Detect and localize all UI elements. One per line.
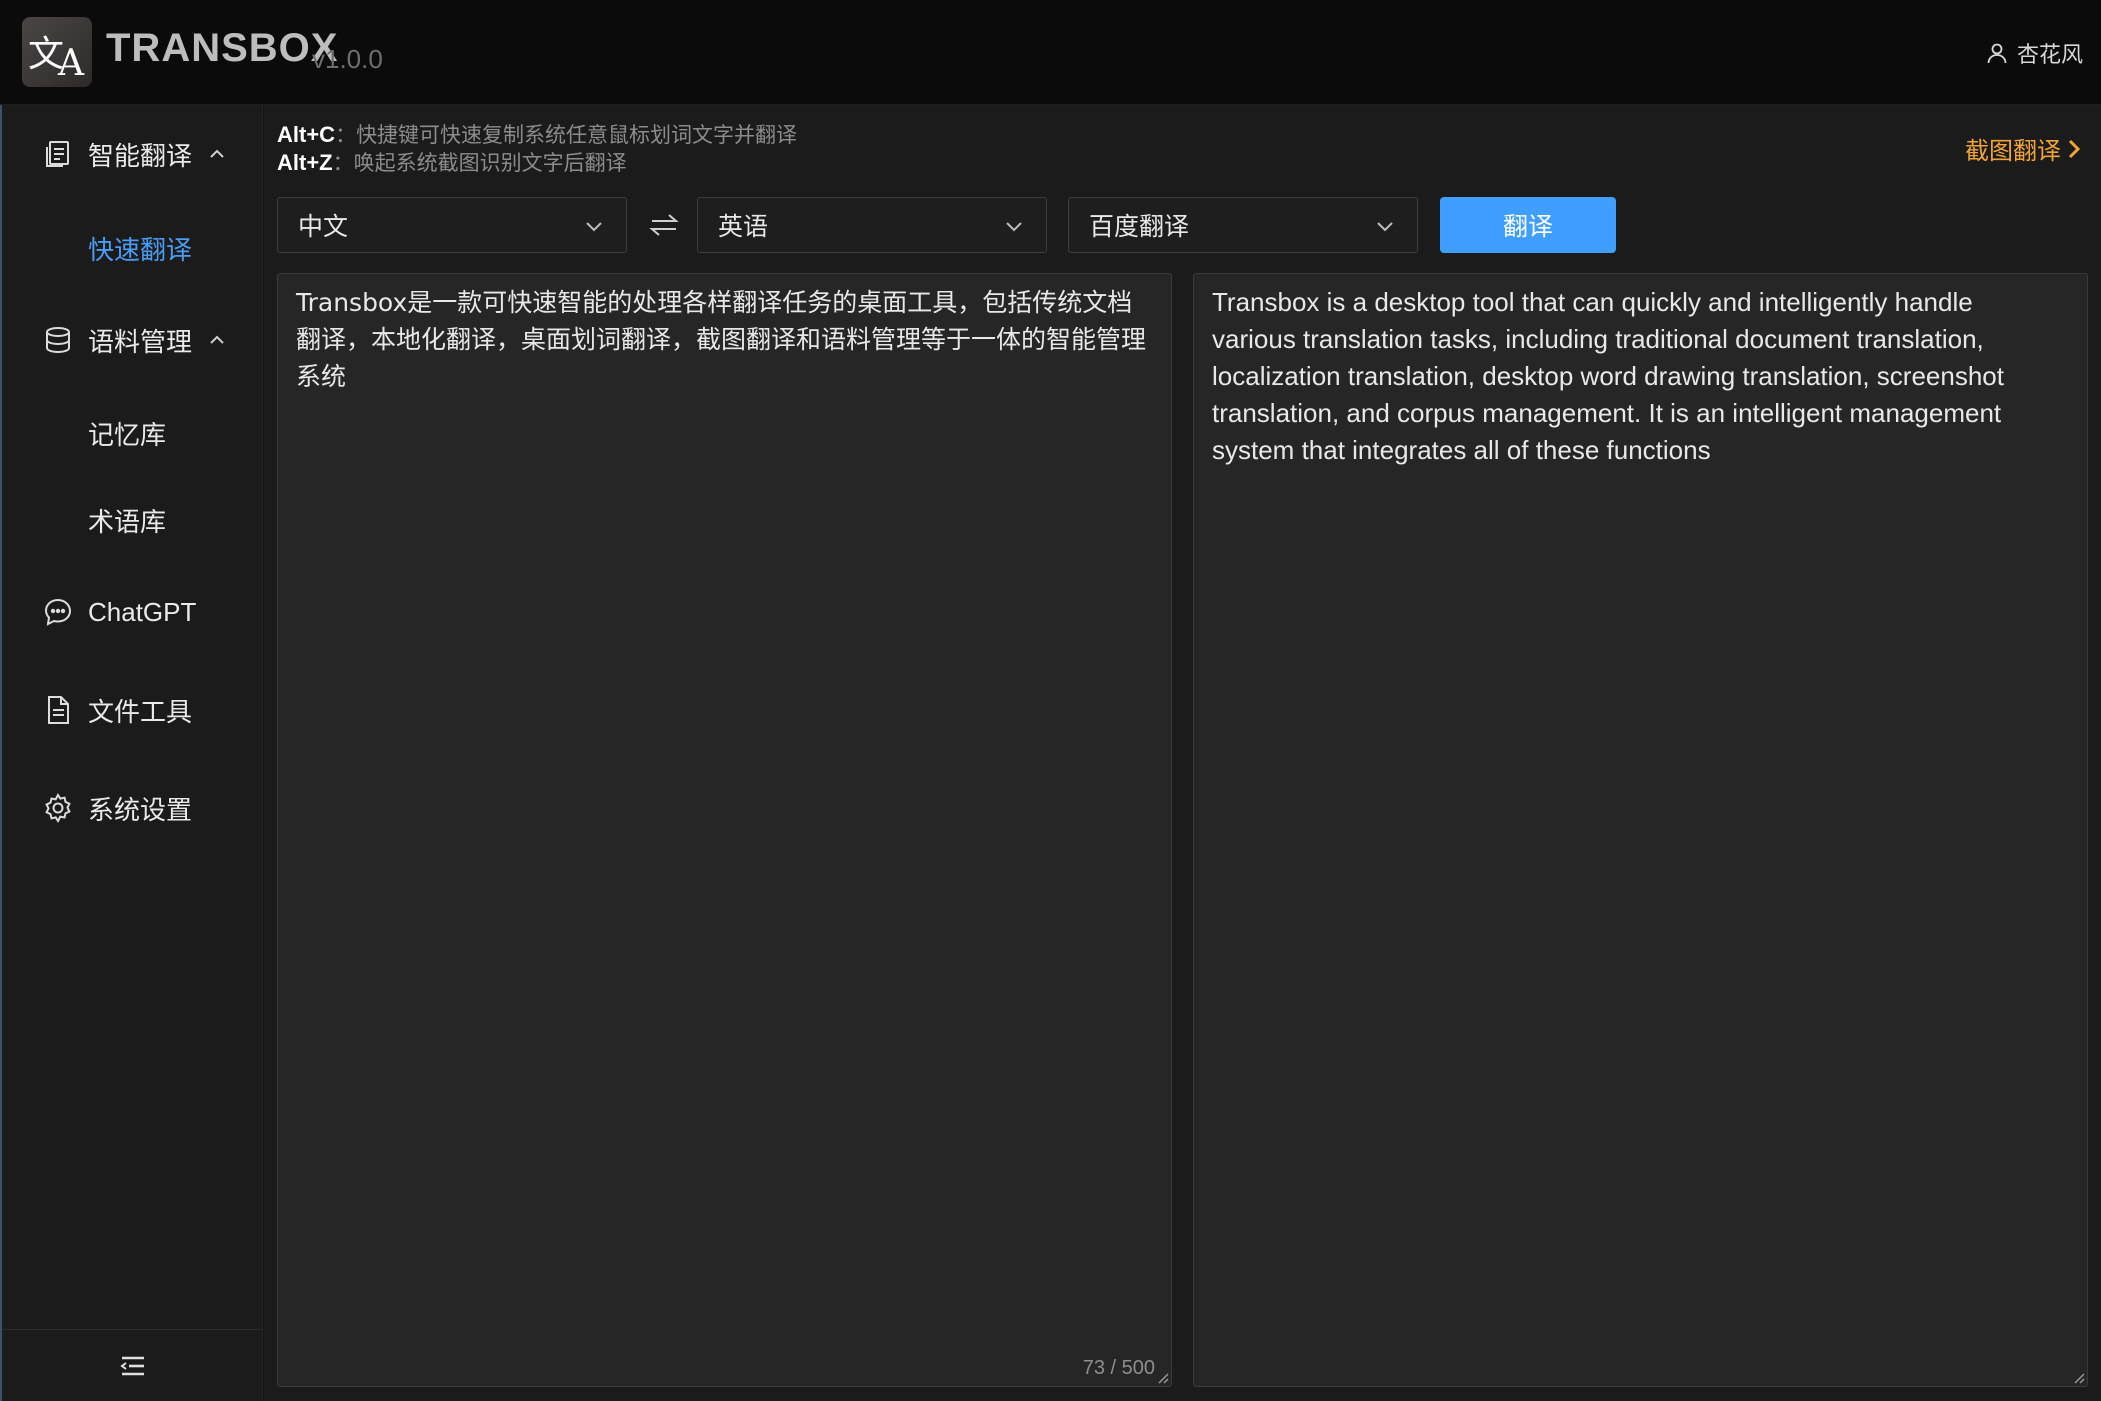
chevron-down-icon <box>586 222 602 232</box>
nav-file-tools-label: 文件工具 <box>88 697 193 728</box>
database-icon <box>46 327 70 354</box>
sidebar: 智能翻译 快速翻译 语料管理 记忆库 术语库 ChatGPT 文件工具 系统设置 <box>0 105 263 1401</box>
user-name: 杏花风 <box>2016 43 2083 68</box>
nav-corpus-management-label: 语料管理 <box>88 327 193 358</box>
sidebar-collapse-button[interactable] <box>2 1329 263 1401</box>
chevron-down-icon <box>1006 222 1022 232</box>
char-counter: 73 / 500 <box>1082 1357 1155 1379</box>
source-text: Transbox是一款可快速智能的处理各样翻译任务的桌面工具，包括传统文档翻译，… <box>296 288 1147 391</box>
target-language-select[interactable]: 英语 <box>697 197 1047 253</box>
nav-corpus-management[interactable]: 语料管理 <box>2 310 265 370</box>
chat-icon <box>44 598 72 626</box>
collapse-menu-icon <box>119 1356 144 1375</box>
nav-chatgpt[interactable]: ChatGPT <box>2 582 265 642</box>
app-header: 文 A TRANSBOX v1.0.0 杏花风 <box>0 0 2101 105</box>
nav-term-bank[interactable]: 术语库 <box>2 492 265 548</box>
hint-copy-key: Alt+C <box>277 122 336 147</box>
translation-engine-value: 百度翻译 <box>1089 212 1190 241</box>
chevron-down-icon <box>1377 222 1393 232</box>
screenshot-translate-link[interactable]: 截图翻译 <box>1965 131 2081 166</box>
screenshot-translate-label: 截图翻译 <box>1965 137 2061 165</box>
resize-handle-icon[interactable] <box>1157 1372 1169 1384</box>
nav-quick-translate-label: 快速翻译 <box>88 235 193 266</box>
logo-glyph-a: A <box>58 43 84 84</box>
swap-languages-icon[interactable] <box>648 209 680 241</box>
nav-smart-translate[interactable]: 智能翻译 <box>2 124 265 184</box>
hint-screenshot-text: 唤起系统截图识别文字后翻译 <box>353 151 627 175</box>
nav-smart-translate-label: 智能翻译 <box>88 141 193 172</box>
resize-handle-icon[interactable] <box>2073 1372 2085 1384</box>
nav-system-settings-label: 系统设置 <box>88 795 193 826</box>
source-language-value: 中文 <box>298 212 349 241</box>
nav-chatgpt-label: ChatGPT <box>88 596 197 627</box>
source-text-area[interactable]: Transbox是一款可快速智能的处理各样翻译任务的桌面工具，包括传统文档翻译，… <box>277 273 1172 1387</box>
nav-system-settings[interactable]: 系统设置 <box>2 778 265 838</box>
chevron-right-icon <box>2068 139 2081 158</box>
gear-icon <box>45 793 71 823</box>
user-menu[interactable]: 杏花风 <box>1985 38 2083 68</box>
translate-button[interactable]: 翻译 <box>1440 197 1616 253</box>
nav-file-tools[interactable]: 文件工具 <box>2 680 265 740</box>
app-title: TRANSBOX <box>106 26 339 70</box>
hint-copy-shortcut: Alt+C：快捷键可快速复制系统任意鼠标划词文字并翻译 <box>277 122 798 147</box>
app-logo: 文 A <box>22 17 92 87</box>
source-language-select[interactable]: 中文 <box>277 197 627 253</box>
target-language-value: 英语 <box>718 212 769 241</box>
chevron-up-icon <box>210 335 224 344</box>
hint-screenshot-key: Alt+Z <box>277 150 333 175</box>
chevron-up-icon <box>210 149 224 158</box>
translation-result-area[interactable]: Transbox is a desktop tool that can quic… <box>1193 273 2088 1387</box>
hint-screenshot-shortcut: Alt+Z：唤起系统截图识别文字后翻译 <box>277 150 627 175</box>
nav-quick-translate[interactable]: 快速翻译 <box>2 220 265 276</box>
translation-engine-select[interactable]: 百度翻译 <box>1068 197 1418 253</box>
file-icon <box>48 696 69 724</box>
user-icon <box>1987 43 2007 64</box>
nav-term-bank-label: 术语库 <box>88 507 167 538</box>
translated-text: Transbox is a desktop tool that can quic… <box>1212 287 2004 465</box>
hint-copy-text: 快捷键可快速复制系统任意鼠标划词文字并翻译 <box>356 123 798 147</box>
document-icon <box>46 141 69 167</box>
app-version: v1.0.0 <box>312 44 383 74</box>
main-content: Alt+C：快捷键可快速复制系统任意鼠标划词文字并翻译 Alt+Z：唤起系统截图… <box>264 105 2101 1401</box>
nav-memory-bank[interactable]: 记忆库 <box>2 405 265 461</box>
nav-memory-bank-label: 记忆库 <box>88 420 167 451</box>
